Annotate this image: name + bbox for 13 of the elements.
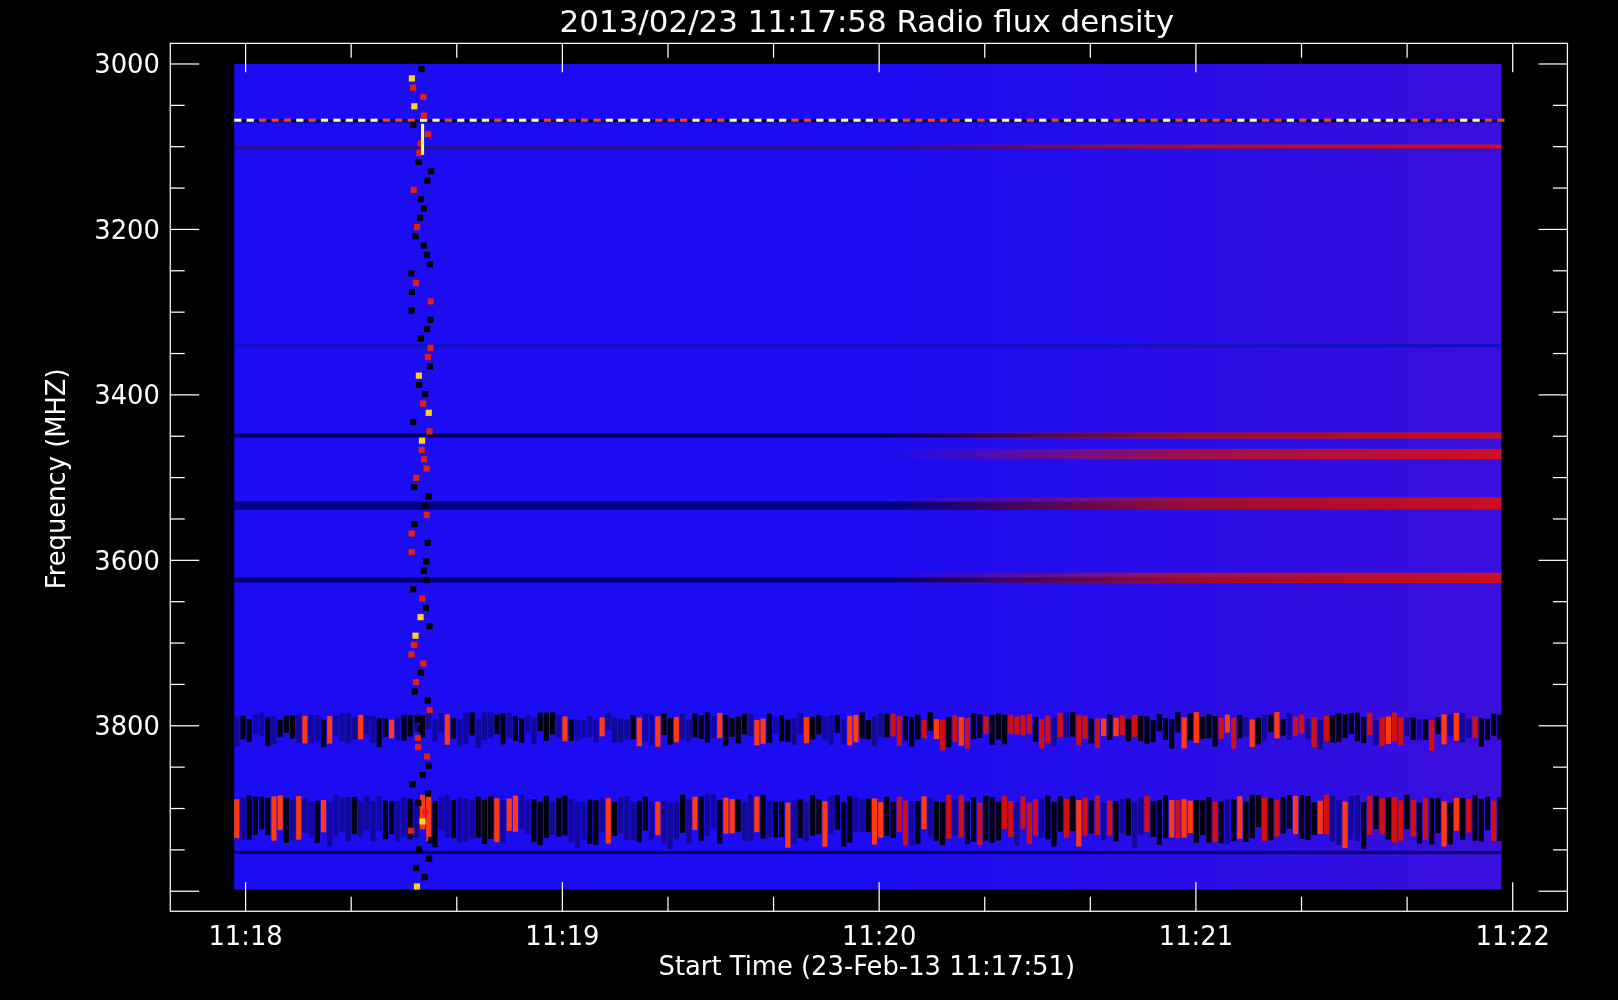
y-tick-label: 3600 bbox=[94, 545, 160, 576]
y-tick-label: 3000 bbox=[94, 49, 160, 80]
x-tick-label: 11:19 bbox=[525, 921, 600, 952]
x-axis-label: Start Time (23-Feb-13 11:17:51) bbox=[658, 951, 1075, 982]
x-tick-label: 11:20 bbox=[842, 921, 917, 952]
y-tick-label: 3400 bbox=[94, 380, 160, 411]
chart-title: 2013/02/23 11:17:58 Radio flux density bbox=[559, 3, 1174, 39]
y-tick-label: 3800 bbox=[94, 711, 160, 741]
x-tick-label: 11:18 bbox=[208, 921, 283, 952]
x-tick-label: 11:22 bbox=[1475, 921, 1550, 952]
y-tick-label: 3200 bbox=[94, 214, 160, 245]
y-axis-label: Frequency (MHZ) bbox=[41, 368, 71, 590]
x-tick-label: 11:21 bbox=[1158, 921, 1234, 952]
